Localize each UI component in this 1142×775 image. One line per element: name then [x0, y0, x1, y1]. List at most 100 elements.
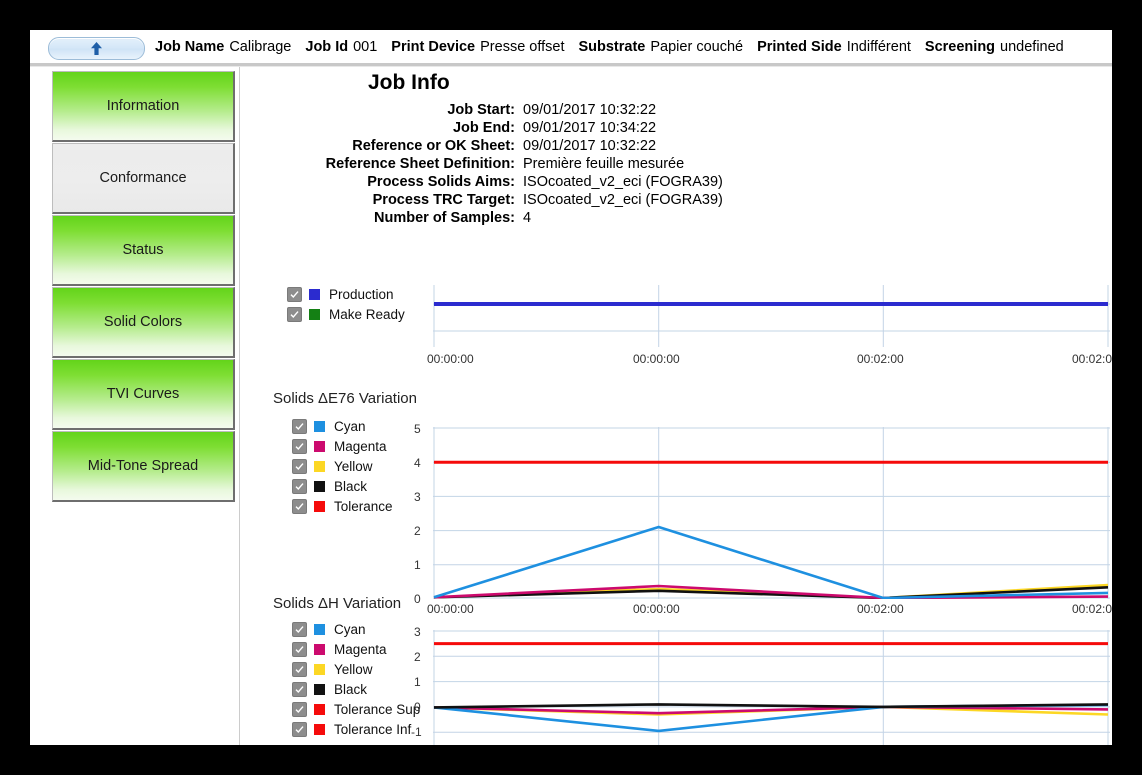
meta-printed-side: Printed Side Indifférent — [757, 39, 911, 55]
meta-job-id-value: 001 — [353, 39, 377, 55]
job-end-value: 09/01/2017 10:34:22 — [515, 119, 760, 137]
chart-title-de76: Solids ΔE76 Variation — [273, 390, 417, 407]
checkbox-icon[interactable] — [292, 662, 307, 677]
meta-job-name-value: Calibrage — [229, 39, 291, 55]
reference-sheet-definition-label: Reference Sheet Definition: — [240, 155, 515, 173]
sidebar-item-information[interactable]: Information — [52, 71, 235, 142]
sidebar-item-label: Information — [107, 98, 180, 114]
legend-swatch — [314, 704, 325, 715]
meta-screening: Screening undefined — [925, 39, 1064, 55]
legend-label: Production — [329, 287, 394, 302]
checkbox-icon[interactable] — [292, 419, 307, 434]
legend-item-yellow[interactable]: Yellow — [292, 662, 373, 677]
meta-printed-side-value: Indifférent — [847, 39, 911, 55]
legend-swatch — [314, 684, 325, 695]
xtick-label: 00:02:00 — [857, 352, 904, 366]
number-of-samples-label: Number of Samples: — [240, 209, 515, 227]
legend-item-cyan[interactable]: Cyan — [292, 419, 366, 434]
meta-screening-label: Screening — [925, 39, 995, 55]
ytick-label: 3 — [414, 490, 421, 504]
table-row: Process TRC Target: ISOcoated_v2_eci (FO… — [240, 191, 760, 209]
legend-label: Make Ready — [329, 307, 405, 322]
sidebar-item-status[interactable]: Status — [52, 215, 235, 286]
sidebar-item-label: Mid-Tone Spread — [88, 458, 198, 474]
navigate-up-button[interactable] — [48, 37, 145, 60]
meta-print-device: Print Device Presse offset — [391, 39, 564, 55]
page-title: Job Info — [368, 71, 450, 95]
checkbox-icon[interactable] — [292, 439, 307, 454]
chart-solids-de76-plot[interactable] — [433, 427, 1110, 599]
main-content: Job Info Job Start: 09/01/2017 10:32:22 … — [240, 67, 1112, 745]
meta-printed-side-label: Printed Side — [757, 39, 842, 55]
checkbox-icon[interactable] — [292, 722, 307, 737]
legend-item-production[interactable]: Production — [287, 287, 394, 302]
process-trc-target-value: ISOcoated_v2_eci (FOGRA39) — [515, 191, 760, 209]
chart-title-dh: Solids ΔH Variation — [273, 595, 401, 612]
sidebar-item-label: Conformance — [99, 170, 186, 186]
checkbox-icon[interactable] — [292, 479, 307, 494]
table-row: Reference Sheet Definition: Première feu… — [240, 155, 760, 173]
reference-ok-sheet-label: Reference or OK Sheet: — [240, 137, 515, 155]
checkbox-icon[interactable] — [287, 307, 302, 322]
sidebar-item-label: Status — [122, 242, 163, 258]
job-start-value: 09/01/2017 10:32:22 — [515, 101, 760, 119]
ytick-label: 0 — [414, 700, 421, 714]
legend-item-tolerance-sup[interactable]: Tolerance Sup — [292, 702, 420, 717]
legend-label: Black — [334, 479, 367, 494]
legend-label: Yellow — [334, 459, 373, 474]
reference-sheet-definition-value: Première feuille mesurée — [515, 155, 760, 173]
process-trc-target-label: Process TRC Target: — [240, 191, 515, 209]
table-row: Reference or OK Sheet: 09/01/2017 10:32:… — [240, 137, 760, 155]
process-solids-aims-value: ISOcoated_v2_eci (FOGRA39) — [515, 173, 760, 191]
ytick-label: 1 — [414, 558, 421, 572]
ytick-label: 4 — [414, 456, 421, 470]
arrow-up-icon — [90, 41, 103, 56]
sidebar-item-mid-tone-spread[interactable]: Mid-Tone Spread — [52, 431, 235, 502]
sidebar-item-solid-colors[interactable]: Solid Colors — [52, 287, 235, 358]
ytick-label: 5 — [414, 422, 421, 436]
job-end-label: Job End: — [240, 119, 515, 137]
job-meta-summary: Job Name Calibrage Job Id 001 Print Devi… — [155, 30, 1078, 63]
table-row: Process Solids Aims: ISOcoated_v2_eci (F… — [240, 173, 760, 191]
checkbox-icon[interactable] — [292, 702, 307, 717]
legend-swatch — [309, 289, 320, 300]
sidebar-item-conformance[interactable]: Conformance — [52, 143, 235, 214]
checkbox-icon[interactable] — [292, 642, 307, 657]
chart-solids-de76: Solids ΔE76 Variation Cyan Magenta Yello… — [240, 387, 1112, 587]
table-row: Job Start: 09/01/2017 10:32:22 — [240, 101, 760, 119]
legend-label: Cyan — [334, 622, 366, 637]
legend-item-tolerance-inf[interactable]: Tolerance Inf — [292, 722, 411, 737]
checkbox-icon[interactable] — [292, 622, 307, 637]
chart-timeline-plot[interactable] — [433, 285, 1110, 347]
legend-swatch — [314, 441, 325, 452]
legend-item-magenta[interactable]: Magenta — [292, 439, 387, 454]
checkbox-icon[interactable] — [292, 499, 307, 514]
legend-item-cyan[interactable]: Cyan — [292, 622, 366, 637]
chart-solids-dh: Solids ΔH Variation Cyan Magenta Yellow … — [240, 592, 1112, 745]
chart-solids-dh-plot[interactable] — [433, 630, 1110, 745]
legend-item-tolerance[interactable]: Tolerance — [292, 499, 393, 514]
ytick-label: 1 — [414, 675, 421, 689]
legend-item-black[interactable]: Black — [292, 479, 367, 494]
sidebar-item-tvi-curves[interactable]: TVI Curves — [52, 359, 235, 430]
checkbox-icon[interactable] — [292, 459, 307, 474]
legend-label: Tolerance Sup — [334, 702, 420, 717]
checkbox-icon[interactable] — [292, 682, 307, 697]
legend-item-magenta[interactable]: Magenta — [292, 642, 387, 657]
chart-timeline: Production Make Ready — [240, 257, 1112, 367]
legend-swatch — [314, 624, 325, 635]
job-start-label: Job Start: — [240, 101, 515, 119]
legend-label: Yellow — [334, 662, 373, 677]
application-window: Job Name Calibrage Job Id 001 Print Devi… — [30, 30, 1112, 745]
meta-job-id-label: Job Id — [305, 39, 348, 55]
job-info-table: Job Start: 09/01/2017 10:32:22 Job End: … — [240, 101, 760, 227]
number-of-samples-value: 4 — [515, 209, 760, 227]
table-row: Job End: 09/01/2017 10:34:22 — [240, 119, 760, 137]
legend-swatch — [314, 501, 325, 512]
meta-substrate-value: Papier couché — [650, 39, 743, 55]
checkbox-icon[interactable] — [287, 287, 302, 302]
legend-item-black[interactable]: Black — [292, 682, 367, 697]
legend-item-make-ready[interactable]: Make Ready — [287, 307, 405, 322]
meta-substrate: Substrate Papier couché — [578, 39, 743, 55]
legend-item-yellow[interactable]: Yellow — [292, 459, 373, 474]
